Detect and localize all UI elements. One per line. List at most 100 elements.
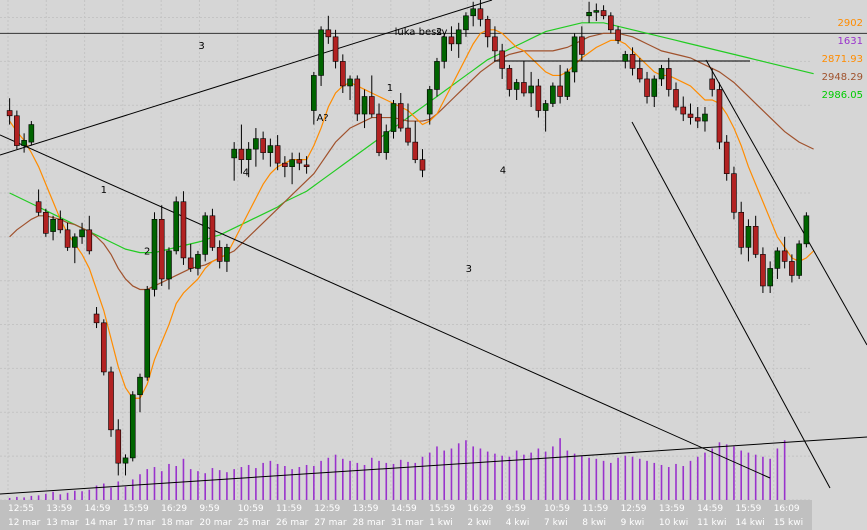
x-tick-time: 12:59 [314,504,340,514]
candle-body [383,131,390,153]
candle-body [137,376,143,396]
candle-body [260,138,266,153]
candle-body [745,226,752,248]
candle-body [789,261,795,276]
candle-body [484,18,491,38]
candle-body [267,145,274,153]
x-tick-time: 14:59 [697,504,723,514]
candle-body [803,215,810,245]
candle-body [760,254,766,287]
x-tick-date: 17 mar [123,518,156,528]
candle-body [673,89,679,108]
candle-body [303,164,310,167]
x-tick-time: 16:29 [467,504,493,514]
candle-body [202,215,208,255]
candle-body [723,141,730,174]
x-tick-time: 9:59 [506,504,526,514]
candle-body [253,138,259,150]
x-tick-time: 14:59 [85,504,111,514]
candle-body [651,78,658,97]
candle-body [564,71,571,97]
x-tick-date: 20 mar [199,518,232,528]
x-tick-time: 16:09 [774,504,800,514]
x-tick-date: 11 kwi [697,518,726,528]
x-tick-time: 12:55 [8,504,34,514]
x-tick-date: 12 mar [8,518,41,528]
x-tick-time: 10:59 [238,504,264,514]
candle-body [64,229,71,248]
candle-body [100,322,107,373]
candle-body [238,148,245,160]
candle-body [622,54,629,62]
candle-body [57,218,64,231]
candle-body [441,36,448,62]
candle-body [608,15,614,31]
candle-body [463,15,469,31]
x-tick-date: 10 kwi [659,518,688,528]
candle-body [231,148,237,159]
candle-body [35,201,42,213]
candle-body [72,236,78,248]
candle-body [195,254,201,269]
candle-body [615,29,621,41]
candle-body [187,257,194,269]
candle-body [282,162,288,167]
candle-body [173,201,180,252]
candle-body [658,68,665,80]
candle-body [492,36,498,52]
candle-body [419,159,426,171]
candle-body [347,78,353,87]
candle-body [702,113,708,122]
candle-body [376,113,382,153]
candle-body [774,250,781,269]
candle-body [680,106,687,115]
candle-body [14,115,20,146]
candle-body [593,10,600,13]
wave-label: 2 [436,27,442,38]
candle-body [397,103,404,129]
x-tick-time: 15:59 [429,504,455,514]
candle-body [455,29,462,45]
candle-body [665,68,672,90]
candle-body [274,145,281,164]
candle-body [86,229,93,252]
candle-body [151,218,158,290]
wave-label: 3 [466,264,472,275]
candle-body [108,371,114,431]
x-tick-time: 9:59 [199,504,219,514]
wave-label: A? [316,113,328,124]
candle-body [209,215,216,248]
candle-body [289,159,295,167]
legend-entry: 2902 [838,18,863,29]
candle-body [340,61,346,87]
wave-label: 1 [387,83,393,94]
x-tick-date: 4 kwi [506,518,530,528]
legend-entry: 2948.29 [822,72,863,83]
x-tick-date: 31 mar [391,518,424,528]
x-tick-date: 27 mar [314,518,347,528]
candle-body [796,243,802,276]
candle-body [144,289,151,378]
wave-label: 1 [101,185,107,196]
candle-body [354,78,361,115]
candle-body [716,89,723,143]
x-tick-time: 10:59 [544,504,570,514]
candle-body [528,85,534,94]
candle-body [224,247,230,262]
candle-body [586,11,592,17]
candle-body [513,82,520,90]
candle-body [361,96,368,115]
candle-body [709,78,716,90]
candle-body [752,226,759,255]
candle-body [129,394,136,459]
candle-body [216,247,223,262]
candle-body [636,68,643,80]
candle-body [767,268,773,287]
candle-body [296,159,303,164]
x-tick-time: 14:59 [391,504,417,514]
candle-body [180,201,187,259]
candle-body [448,36,455,45]
candle-body [158,218,165,280]
x-tick-time: 12:59 [621,504,647,514]
x-tick-time: 13:59 [353,504,379,514]
